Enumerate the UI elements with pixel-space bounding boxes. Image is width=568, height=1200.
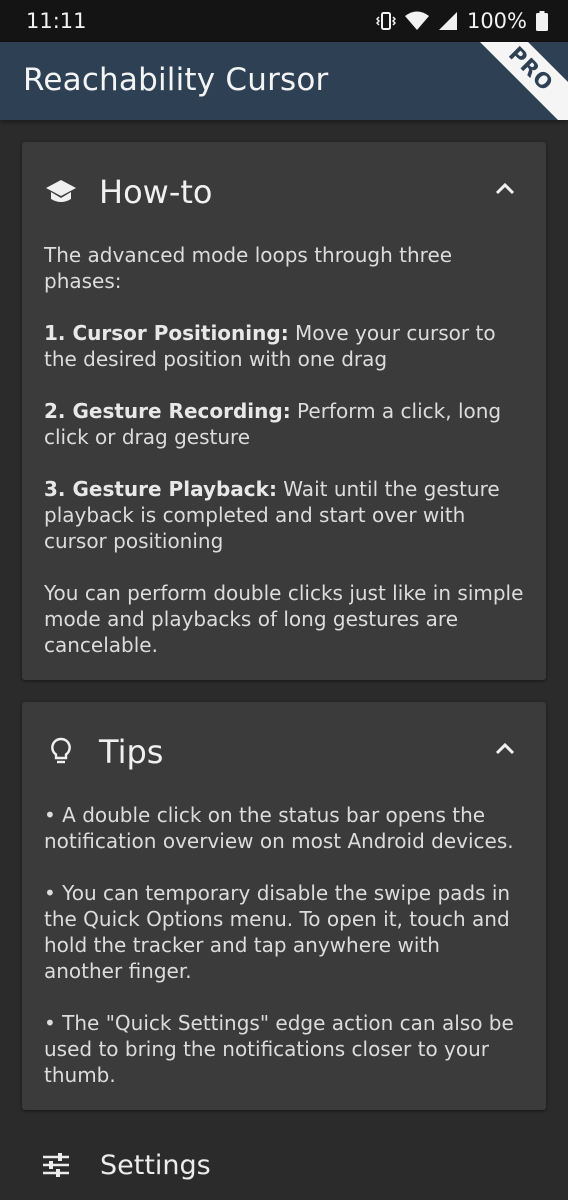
tip-item: • A double click on the status bar opens… xyxy=(44,803,514,853)
lightbulb-icon xyxy=(44,737,78,767)
chevron-up-icon[interactable] xyxy=(494,740,516,759)
battery-icon xyxy=(536,11,548,31)
tip-item: • You can temporary disable the swipe pa… xyxy=(44,881,511,983)
settings-item[interactable]: Settings xyxy=(0,1130,568,1200)
battery-text: 100% xyxy=(466,9,527,33)
tips-title: Tips xyxy=(99,733,164,771)
pro-badge: PRO xyxy=(458,42,568,120)
graduation-cap-icon xyxy=(44,179,78,205)
status-time: 11:11 xyxy=(26,9,87,33)
tips-header[interactable]: Tips xyxy=(44,702,524,802)
chevron-up-icon[interactable] xyxy=(494,180,516,199)
howto-header[interactable]: How-to xyxy=(44,142,524,242)
sliders-icon xyxy=(42,1153,70,1177)
howto-outro: You can perform double clicks just like … xyxy=(44,581,524,657)
howto-card: How-to The advanced mode loops through t… xyxy=(22,142,546,680)
wifi-icon xyxy=(404,11,429,31)
tips-card: Tips • A double click on the status bar … xyxy=(22,702,546,1110)
app-title: Reachability Cursor xyxy=(23,62,329,98)
howto-step: 1. Cursor Positioning: Move your cursor … xyxy=(44,321,496,371)
status-bar: 11:11 100% xyxy=(0,0,568,42)
vibrate-icon xyxy=(375,11,396,31)
howto-step: 2. Gesture Recording: Perform a click, l… xyxy=(44,399,502,449)
app-bar: Reachability Cursor PRO xyxy=(0,42,568,120)
howto-body: The advanced mode loops through three ph… xyxy=(44,242,524,658)
howto-title: How-to xyxy=(99,173,213,211)
tips-body: • A double click on the status bar opens… xyxy=(44,802,524,1088)
howto-step: 3. Gesture Playback: Wait until the gest… xyxy=(44,477,500,553)
signal-icon xyxy=(438,11,458,31)
status-icons: 100% xyxy=(375,9,548,33)
howto-intro: The advanced mode loops through three ph… xyxy=(44,243,453,293)
tip-item: • The "Quick Settings" edge action can a… xyxy=(44,1011,514,1087)
settings-label: Settings xyxy=(100,1149,211,1181)
